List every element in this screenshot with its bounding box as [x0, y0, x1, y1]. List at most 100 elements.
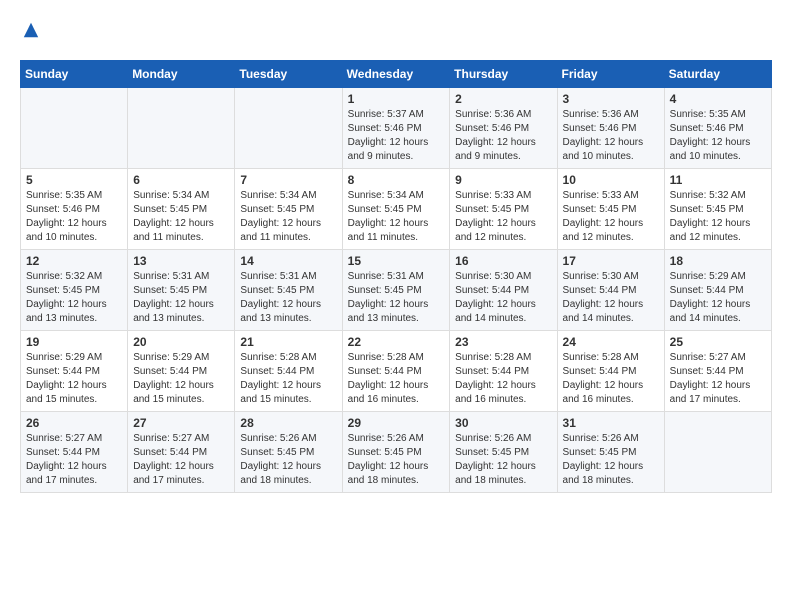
day-number: 7 — [240, 173, 336, 187]
calendar-week-row: 26 Sunrise: 5:27 AM Sunset: 5:44 PM Dayli… — [21, 412, 772, 493]
calendar-cell: 20 Sunrise: 5:29 AM Sunset: 5:44 PM Dayli… — [128, 331, 235, 412]
calendar-cell: 8 Sunrise: 5:34 AM Sunset: 5:45 PM Daylig… — [342, 169, 450, 250]
day-info: Sunrise: 5:36 AM Sunset: 5:46 PM Dayligh… — [455, 108, 551, 164]
calendar-week-row: 5 Sunrise: 5:35 AM Sunset: 5:46 PM Daylig… — [21, 169, 772, 250]
day-number: 3 — [563, 92, 659, 106]
day-info: Sunrise: 5:27 AM Sunset: 5:44 PM Dayligh… — [26, 432, 122, 488]
header-friday: Friday — [557, 61, 664, 88]
day-number: 9 — [455, 173, 551, 187]
header-thursday: Thursday — [450, 61, 557, 88]
calendar-cell: 17Sunrise: 5:30 AM Sunset: 5:44 PM Dayli… — [557, 250, 664, 331]
day-number: 15 — [348, 254, 445, 268]
day-number: 6 — [133, 173, 229, 187]
day-info: Sunrise: 5:32 AM Sunset: 5:45 PM Dayligh… — [26, 270, 122, 326]
logo-icon — [22, 21, 40, 39]
calendar-cell: 23 Sunrise: 5:28 AM Sunset: 5:44 PM Dayli… — [450, 331, 557, 412]
day-number: 1 — [348, 92, 445, 106]
header-monday: Monday — [128, 61, 235, 88]
day-info: Sunrise: 5:26 AM Sunset: 5:45 PM Dayligh… — [240, 432, 336, 488]
day-info: Sunrise: 5:36 AM Sunset: 5:46 PM Dayligh… — [563, 108, 659, 164]
day-number: 28 — [240, 416, 336, 430]
day-info: Sunrise: 5:34 AM Sunset: 5:45 PM Dayligh… — [240, 189, 336, 245]
day-info: Sunrise: 5:31 AM Sunset: 5:45 PM Dayligh… — [348, 270, 445, 326]
day-info: Sunrise: 5:29 AM Sunset: 5:44 PM Dayligh… — [670, 270, 766, 326]
header-wednesday: Wednesday — [342, 61, 450, 88]
calendar-cell: 13 Sunrise: 5:31 AM Sunset: 5:45 PM Dayli… — [128, 250, 235, 331]
day-info: Sunrise: 5:26 AM Sunset: 5:45 PM Dayligh… — [563, 432, 659, 488]
day-number: 20 — [133, 335, 229, 349]
calendar-cell: 31 Sunrise: 5:26 AM Sunset: 5:45 PM Dayli… — [557, 412, 664, 493]
day-number: 21 — [240, 335, 336, 349]
calendar-cell: 21 Sunrise: 5:28 AM Sunset: 5:44 PM Dayli… — [235, 331, 342, 412]
day-number: 18 — [670, 254, 766, 268]
day-info: Sunrise: 5:34 AM Sunset: 5:45 PM Dayligh… — [133, 189, 229, 245]
day-number: 30 — [455, 416, 551, 430]
day-number: 31 — [563, 416, 659, 430]
calendar-week-row: 12 Sunrise: 5:32 AM Sunset: 5:45 PM Dayli… — [21, 250, 772, 331]
day-info: Sunrise: 5:30 AM Sunset: 5:44 PM Dayligh… — [563, 270, 659, 326]
day-number: 2 — [455, 92, 551, 106]
calendar-cell — [664, 412, 771, 493]
day-number: 5 — [26, 173, 122, 187]
calendar-cell: 7 Sunrise: 5:34 AM Sunset: 5:45 PM Daylig… — [235, 169, 342, 250]
day-info: Sunrise: 5:31 AM Sunset: 5:45 PM Dayligh… — [133, 270, 229, 326]
day-number: 26 — [26, 416, 122, 430]
calendar-header-row: SundayMondayTuesdayWednesdayThursdayFrid… — [21, 61, 772, 88]
header-sunday: Sunday — [21, 61, 128, 88]
day-number: 16 — [455, 254, 551, 268]
day-number: 10 — [563, 173, 659, 187]
day-number: 19 — [26, 335, 122, 349]
calendar-cell: 3 Sunrise: 5:36 AM Sunset: 5:46 PM Daylig… — [557, 88, 664, 169]
calendar-cell — [21, 88, 128, 169]
calendar-cell: 15 Sunrise: 5:31 AM Sunset: 5:45 PM Dayli… — [342, 250, 450, 331]
calendar-cell: 1 Sunrise: 5:37 AM Sunset: 5:46 PM Daylig… — [342, 88, 450, 169]
day-info: Sunrise: 5:37 AM Sunset: 5:46 PM Dayligh… — [348, 108, 445, 164]
header-saturday: Saturday — [664, 61, 771, 88]
logo — [20, 20, 40, 44]
day-info: Sunrise: 5:28 AM Sunset: 5:44 PM Dayligh… — [348, 351, 445, 407]
day-number: 27 — [133, 416, 229, 430]
day-number: 29 — [348, 416, 445, 430]
day-info: Sunrise: 5:34 AM Sunset: 5:45 PM Dayligh… — [348, 189, 445, 245]
calendar-cell: 27 Sunrise: 5:27 AM Sunset: 5:44 PM Dayli… — [128, 412, 235, 493]
calendar-cell: 2 Sunrise: 5:36 AM Sunset: 5:46 PM Daylig… — [450, 88, 557, 169]
calendar-week-row: 1 Sunrise: 5:37 AM Sunset: 5:46 PM Daylig… — [21, 88, 772, 169]
calendar-cell: 28 Sunrise: 5:26 AM Sunset: 5:45 PM Dayli… — [235, 412, 342, 493]
day-info: Sunrise: 5:33 AM Sunset: 5:45 PM Dayligh… — [455, 189, 551, 245]
calendar-cell: 4 Sunrise: 5:35 AM Sunset: 5:46 PM Daylig… — [664, 88, 771, 169]
day-info: Sunrise: 5:33 AM Sunset: 5:45 PM Dayligh… — [563, 189, 659, 245]
calendar-cell: 22 Sunrise: 5:28 AM Sunset: 5:44 PM Dayli… — [342, 331, 450, 412]
calendar-cell: 29 Sunrise: 5:26 AM Sunset: 5:45 PM Dayli… — [342, 412, 450, 493]
day-number: 13 — [133, 254, 229, 268]
day-info: Sunrise: 5:27 AM Sunset: 5:44 PM Dayligh… — [133, 432, 229, 488]
calendar-table: SundayMondayTuesdayWednesdayThursdayFrid… — [20, 60, 772, 493]
calendar-cell: 14Sunrise: 5:31 AM Sunset: 5:45 PM Dayli… — [235, 250, 342, 331]
day-number: 8 — [348, 173, 445, 187]
day-number: 22 — [348, 335, 445, 349]
day-number: 23 — [455, 335, 551, 349]
day-info: Sunrise: 5:29 AM Sunset: 5:44 PM Dayligh… — [133, 351, 229, 407]
day-number: 11 — [670, 173, 766, 187]
calendar-cell — [128, 88, 235, 169]
day-info: Sunrise: 5:35 AM Sunset: 5:46 PM Dayligh… — [26, 189, 122, 245]
day-number: 4 — [670, 92, 766, 106]
calendar-cell — [235, 88, 342, 169]
day-info: Sunrise: 5:35 AM Sunset: 5:46 PM Dayligh… — [670, 108, 766, 164]
calendar-cell: 6 Sunrise: 5:34 AM Sunset: 5:45 PM Daylig… — [128, 169, 235, 250]
calendar-cell: 9 Sunrise: 5:33 AM Sunset: 5:45 PM Daylig… — [450, 169, 557, 250]
day-number: 14 — [240, 254, 336, 268]
calendar-cell: 25Sunrise: 5:27 AM Sunset: 5:44 PM Dayli… — [664, 331, 771, 412]
calendar-week-row: 19 Sunrise: 5:29 AM Sunset: 5:44 PM Dayli… — [21, 331, 772, 412]
day-number: 24 — [563, 335, 659, 349]
day-info: Sunrise: 5:26 AM Sunset: 5:45 PM Dayligh… — [348, 432, 445, 488]
day-info: Sunrise: 5:26 AM Sunset: 5:45 PM Dayligh… — [455, 432, 551, 488]
calendar-cell: 24Sunrise: 5:28 AM Sunset: 5:44 PM Dayli… — [557, 331, 664, 412]
calendar-cell: 16Sunrise: 5:30 AM Sunset: 5:44 PM Dayli… — [450, 250, 557, 331]
calendar-cell: 30 Sunrise: 5:26 AM Sunset: 5:45 PM Dayli… — [450, 412, 557, 493]
calendar-cell: 5 Sunrise: 5:35 AM Sunset: 5:46 PM Daylig… — [21, 169, 128, 250]
day-info: Sunrise: 5:28 AM Sunset: 5:44 PM Dayligh… — [455, 351, 551, 407]
day-info: Sunrise: 5:27 AM Sunset: 5:44 PM Dayligh… — [670, 351, 766, 407]
day-info: Sunrise: 5:28 AM Sunset: 5:44 PM Dayligh… — [240, 351, 336, 407]
calendar-cell: 19Sunrise: 5:29 AM Sunset: 5:44 PM Dayli… — [21, 331, 128, 412]
day-number: 12 — [26, 254, 122, 268]
